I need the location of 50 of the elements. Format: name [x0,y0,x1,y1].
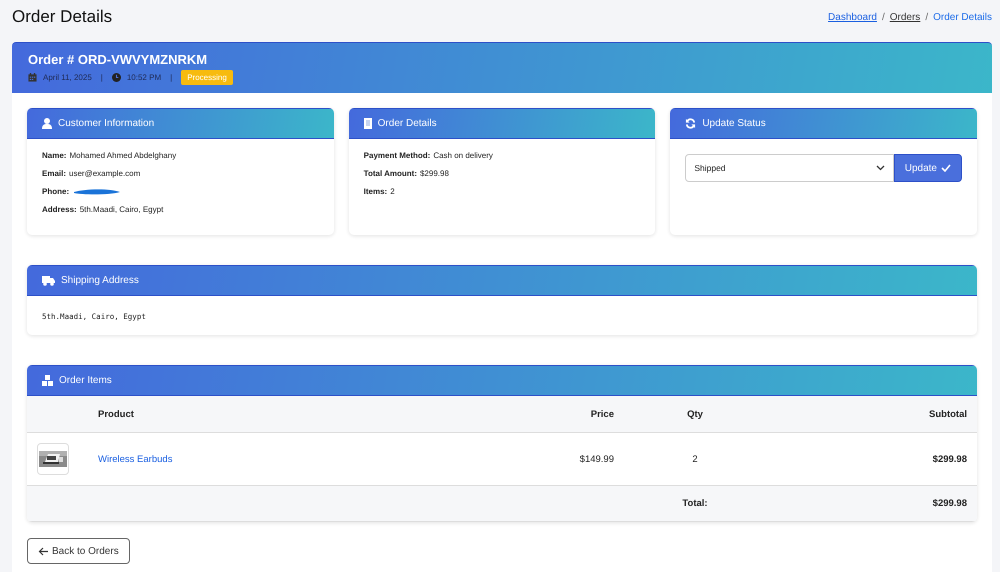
user-icon [42,118,52,129]
field-label: Items: [364,187,388,196]
column-header: Qty [624,396,766,432]
field-label: Address: [42,205,77,214]
column-header: Subtotal [766,396,977,432]
boxes-icon [42,375,53,386]
back-button[interactable]: Back to Orders [27,538,130,564]
status-badge: Processing [181,70,233,85]
field-value: $299.98 [420,169,449,178]
field-label: Payment Method: [364,151,430,160]
update-button[interactable]: Update [894,154,962,182]
card-title: Update Status [702,118,766,129]
card-title: Shipping Address [61,275,139,286]
clock-icon [112,73,121,82]
card-title: Order Items [59,375,112,386]
separator: | [170,73,172,82]
field-label: Total Amount: [364,169,417,178]
order-time: 10:52 PM [126,73,162,82]
chevron-down-icon [876,165,885,171]
breadcrumb-link[interactable]: Order Details [933,12,992,22]
total-value: $299.98 [766,486,977,522]
field-value: Mohamed Ahmed Abdelghany [69,151,176,160]
breadcrumb-link[interactable]: Dashboard [828,12,877,22]
field-value: Cash on delivery [433,151,493,160]
field-value: user@example.com [69,169,140,178]
card-title: Order Details [378,118,437,129]
check-icon [940,164,951,172]
separator: | [100,73,103,82]
page-title: Order Details [12,7,112,27]
arrow-left-icon [38,546,48,556]
field-label: Phone: [42,187,70,196]
order-number: Order # ORD-VWVYMZNRKM [28,52,208,67]
breadcrumb-separator: / [925,12,928,22]
field-label: Email: [42,169,66,178]
card-title: Customer Information [58,118,154,129]
status-select[interactable]: Shipped [685,154,894,182]
total-label: Total: [624,486,766,522]
order-date: April 11, 2025 [43,73,92,82]
column-header: Price [443,396,624,432]
truck-icon [42,276,55,286]
product-link[interactable]: Wireless Earbuds [98,454,172,464]
field-value: 2 [390,187,395,196]
field-value: 5th.Maadi, Cairo, Egypt [80,205,164,214]
calendar-icon [28,73,37,82]
column-header: Product [83,396,444,432]
breadcrumb-link[interactable]: Orders [890,12,920,22]
field-label: Name: [42,151,66,160]
receipt-icon [364,118,372,129]
breadcrumb-separator: / [882,12,885,22]
refresh-icon [685,118,696,129]
